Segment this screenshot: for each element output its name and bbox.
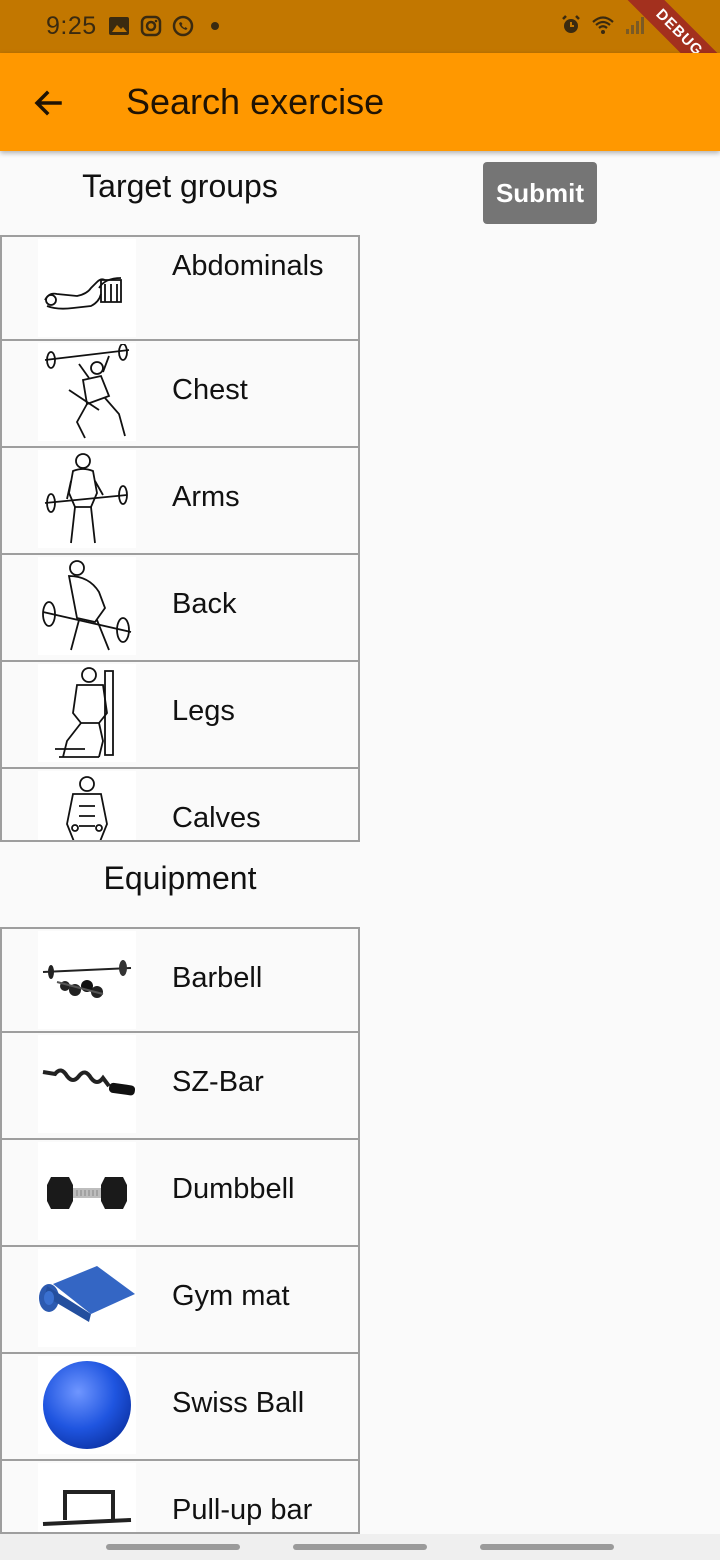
back-button[interactable] [26, 81, 70, 125]
list-item-legs[interactable]: Legs [0, 660, 360, 767]
list-item-label: Abdominals [172, 250, 324, 282]
list-item-back[interactable]: Back [0, 553, 360, 660]
abdominals-figure-icon [44, 277, 122, 310]
calves-figure-icon [66, 776, 108, 842]
list-item-label: Gym mat [172, 1280, 290, 1312]
list-item-chest[interactable]: Chest [0, 339, 360, 446]
list-item-label: Barbell [172, 962, 263, 994]
list-item-label: Chest [172, 374, 248, 406]
arms-figure-icon [44, 453, 128, 544]
alarm-icon [562, 15, 580, 33]
swiss-ball-icon [43, 1361, 131, 1449]
list-item-label: SZ-Bar [172, 1066, 264, 1098]
dumbbell-icon [47, 1177, 127, 1209]
list-item-label: Swiss Ball [172, 1387, 305, 1419]
pull-up-bar-icon [42, 1490, 132, 1526]
list-item-label: Legs [172, 695, 235, 727]
instagram-icon [140, 15, 162, 37]
list-item-sz-bar[interactable]: SZ-Bar [0, 1031, 360, 1138]
equipment-list: Barbell SZ-Bar Dumbbell Gym mat Swiss Ba… [0, 927, 360, 1534]
submit-button[interactable]: Submit [483, 162, 597, 224]
sz-bar-icon [42, 1068, 135, 1096]
list-item-calves[interactable]: Calves [0, 767, 360, 842]
chest-figure-icon [44, 344, 130, 439]
list-item-barbell[interactable]: Barbell [0, 927, 360, 1031]
gym-mat-icon [39, 1266, 135, 1322]
whatsapp-icon [172, 15, 194, 37]
status-bar: 9:25 [0, 0, 720, 53]
list-item-gym-mat[interactable]: Gym mat [0, 1245, 360, 1352]
list-item-label: Pull-up bar [172, 1494, 313, 1526]
list-item-abdominals[interactable]: Abdominals [0, 235, 360, 339]
list-item-label: Dumbbell [172, 1173, 295, 1205]
status-time: 9:25 [46, 12, 97, 40]
arrow-back-icon [34, 90, 62, 116]
target-groups-list: Abdominals Chest Arms Back Legs Calves [0, 235, 360, 842]
list-item-label: Arms [172, 481, 240, 513]
barbell-icon [42, 960, 132, 998]
target-groups-heading: Target groups [82, 168, 278, 204]
list-item-label: Back [172, 588, 237, 620]
page-title: Search exercise [126, 81, 385, 122]
list-item-arms[interactable]: Arms [0, 446, 360, 553]
back-figure-icon [42, 560, 132, 651]
list-item-label: Calves [172, 802, 261, 834]
list-item-swiss-ball[interactable]: Swiss Ball [0, 1352, 360, 1459]
equipment-heading: Equipment [103, 860, 257, 896]
nav-home-handle[interactable] [293, 1544, 427, 1550]
nav-recent-apps-handle[interactable] [106, 1544, 240, 1550]
signal-icon [626, 17, 644, 34]
app-bar: Search exercise [0, 53, 720, 151]
image-icon [109, 17, 129, 35]
legs-figure-icon [55, 667, 114, 758]
wifi-icon [592, 16, 614, 34]
list-item-dumbbell[interactable]: Dumbbell [0, 1138, 360, 1245]
nav-back-handle[interactable] [480, 1544, 614, 1550]
list-item-pull-up-bar[interactable]: Pull-up bar [0, 1459, 360, 1534]
system-navigation-bar [0, 1534, 720, 1560]
dot-icon [211, 22, 219, 30]
